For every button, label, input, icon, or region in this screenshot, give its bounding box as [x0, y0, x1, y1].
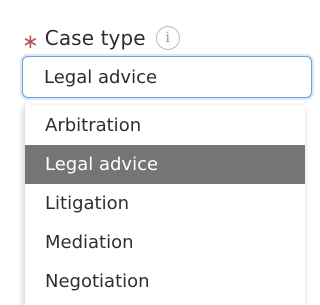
required-asterisk-icon: ∗	[22, 29, 39, 53]
case-type-label-row: ∗ Case type i	[22, 24, 180, 52]
option-legal-advice[interactable]: Legal advice	[25, 145, 305, 184]
case-type-dropdown-list: Arbitration Legal advice Litigation Medi…	[24, 105, 305, 305]
option-mediation[interactable]: Mediation	[25, 223, 305, 262]
option-litigation[interactable]: Litigation	[25, 184, 305, 223]
case-type-label: Case type	[44, 26, 146, 50]
case-type-select[interactable]: Legal advice	[22, 56, 312, 98]
option-negotiation[interactable]: Negotiation	[25, 262, 305, 301]
info-icon[interactable]: i	[155, 26, 180, 50]
case-type-select-value: Legal advice	[44, 66, 158, 88]
option-arbitration[interactable]: Arbitration	[25, 106, 305, 145]
